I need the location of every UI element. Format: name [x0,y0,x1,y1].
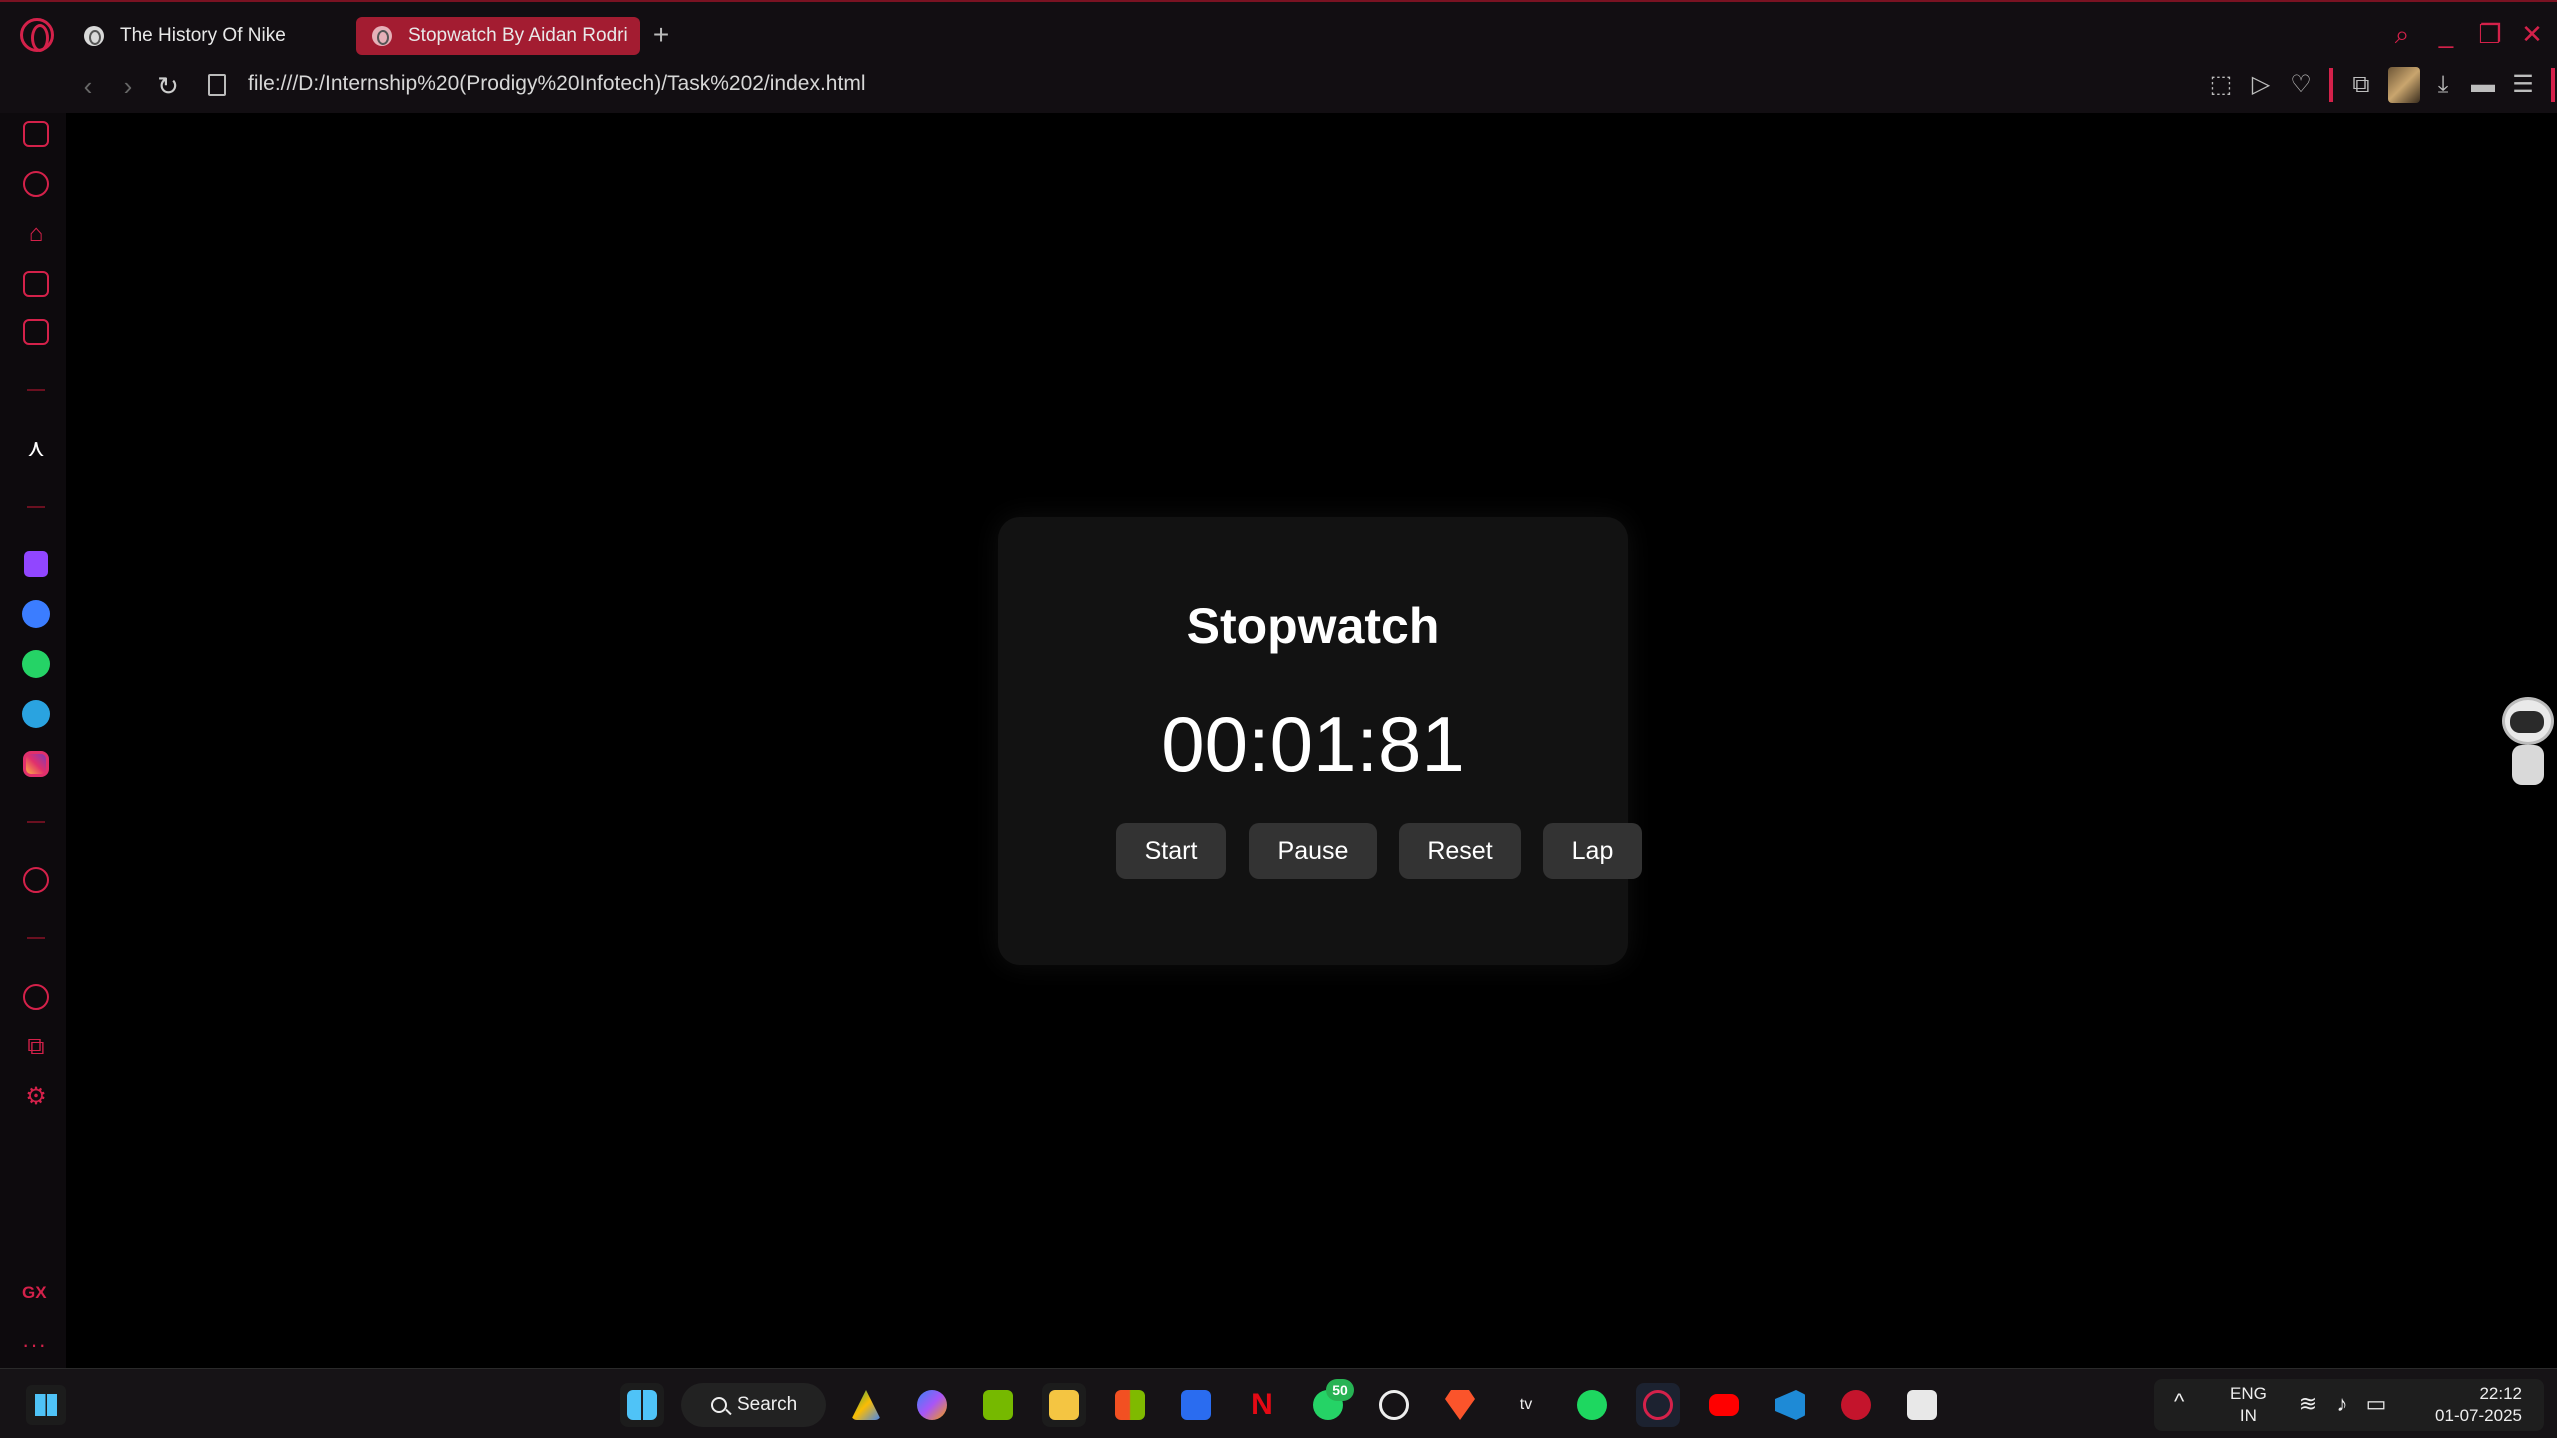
url-field[interactable]: file:///D:/Internship%20(Prodigy%20Infot… [248,72,865,96]
windows-start-icon[interactable] [620,1383,664,1427]
player-icon[interactable] [20,864,52,896]
file-explorer-icon[interactable] [1042,1383,1086,1427]
download-icon[interactable]: ⤓ [2426,68,2460,102]
gx-control-icon[interactable] [20,118,52,150]
mascot-sticker-icon[interactable] [2500,697,2557,787]
gmail-icon[interactable] [20,316,52,348]
easy-setup-icon[interactable]: ☰ [2506,68,2540,102]
microsoft-store-icon[interactable] [1108,1383,1152,1427]
history-icon[interactable] [20,981,52,1013]
search-icon [711,1397,727,1413]
opera-gx-taskbar-icon[interactable] [1636,1383,1680,1427]
youtube-icon[interactable] [1702,1383,1746,1427]
search-tabs-icon[interactable]: ⌕ [2386,18,2418,50]
page-content: Stopwatch 00:01:81 Start Pause Reset Lap [66,113,2557,1368]
toolbar-divider [2329,68,2333,102]
page-icon [208,74,226,96]
clock-time: 22:12 [2479,1384,2522,1403]
toolbar-edge-accent [2551,68,2555,102]
language-indicator[interactable]: ENG IN [2230,1383,2267,1427]
tab-title: Stopwatch By Aidan Rodri [408,25,628,46]
send-icon[interactable]: ▷ [2244,68,2278,102]
sidebar-divider [27,937,45,939]
app-icon[interactable] [1174,1383,1218,1427]
close-icon[interactable]: ✕ [2516,18,2548,50]
forward-icon[interactable]: › [112,70,144,102]
time-display: 00:01:81 [1161,700,1465,788]
extensions-icon[interactable]: ⧉ [2344,68,2378,102]
restore-icon[interactable]: ❐ [2474,18,2506,50]
sidebar: ⌂ ⋏ ⧉ ⚙ [0,113,66,1368]
spotify-icon[interactable] [1570,1383,1614,1427]
nvidia-icon[interactable] [976,1383,1020,1427]
taskbar-search-button[interactable]: Search [681,1383,826,1427]
snapshot-icon[interactable]: ⬚ [2204,68,2238,102]
sidebar-divider [27,506,45,508]
twitch-icon[interactable] [20,548,52,580]
apple-tv-icon[interactable]: tv [1504,1383,1548,1427]
show-hidden-icons-icon[interactable]: ^ [2174,1389,2184,1415]
messenger-icon[interactable] [20,598,52,630]
battery-icon[interactable]: ▭ [2362,1391,2390,1417]
volume-icon[interactable]: ♪ [2328,1391,2356,1417]
battery-saver-icon[interactable]: ▬ [2466,68,2500,102]
brave-icon[interactable] [1438,1383,1482,1427]
tab-title: The History Of Nike [120,25,286,46]
pause-button[interactable]: Pause [1249,823,1377,879]
snipping-tool-icon[interactable] [1900,1383,1944,1427]
whatsapp-icon[interactable] [20,648,52,680]
stopwatch-title: Stopwatch [1186,598,1440,654]
lap-button[interactable]: Lap [1543,823,1642,879]
settings-gear-icon[interactable]: ⚙ [20,1081,52,1113]
minimize-icon[interactable]: _ [2430,18,2462,50]
taskbar-search-label: Search [737,1394,798,1415]
netflix-icon[interactable]: N [1240,1383,1284,1427]
sidebar-divider [27,821,45,823]
telegram-icon[interactable] [20,698,52,730]
tab-history-of-nike[interactable]: The History Of Nike [68,17,348,55]
reload-icon[interactable]: ↻ [152,70,184,102]
extensions-icon[interactable]: ⧉ [20,1031,52,1063]
aria-icon[interactable]: ⋏ [20,433,52,465]
whatsapp-unread-badge: 50 [1326,1379,1354,1401]
reset-button[interactable]: Reset [1399,823,1521,879]
globe-icon [84,26,104,46]
back-icon[interactable]: ‹ [72,70,104,102]
tab-stopwatch[interactable]: Stopwatch By Aidan Rodri [356,17,640,55]
profile-avatar[interactable] [2388,67,2420,103]
clock[interactable]: 22:12 01-07-2025 [2402,1383,2522,1427]
new-tab-button[interactable]: + [646,20,676,50]
copilot-icon[interactable] [910,1383,954,1427]
language-code: ENG [2230,1384,2267,1403]
wifi-icon[interactable]: ≋ [2294,1391,2322,1417]
start-button[interactable]: Start [1116,823,1226,879]
google-drive-icon[interactable] [844,1383,888,1427]
gx-cleaner-icon[interactable] [20,268,52,300]
gx-label[interactable]: GX [22,1283,47,1303]
browser-tab-bar: The History Of Nike Stopwatch By Aidan R… [0,0,2557,67]
instagram-icon[interactable] [20,748,52,780]
vscode-icon[interactable] [1768,1383,1812,1427]
gx-corner-icon[interactable] [20,168,52,200]
stopwatch-card: Stopwatch 00:01:81 Start Pause Reset Lap [998,517,1642,965]
heart-icon[interactable]: ♡ [2284,68,2318,102]
chatgpt-icon[interactable] [1372,1383,1416,1427]
globe-icon [372,26,392,46]
opera-gx-logo-icon[interactable] [20,18,54,52]
gx-store-icon[interactable]: ⌂ [20,218,52,250]
sidebar-divider [27,389,45,391]
sidebar-more-icon[interactable]: ··· [22,1332,47,1358]
widgets-icon[interactable] [26,1385,66,1425]
app-red-icon[interactable] [1834,1383,1878,1427]
clock-date: 01-07-2025 [2435,1406,2522,1425]
region-code: IN [2239,1406,2257,1425]
windows-taskbar: Search N 50 tv ^ ENG IN ≋ ♪ ▭ 22:12 01-0… [0,1368,2557,1438]
system-tray: ^ ENG IN ≋ ♪ ▭ 22:12 01-07-2025 [2154,1379,2544,1431]
